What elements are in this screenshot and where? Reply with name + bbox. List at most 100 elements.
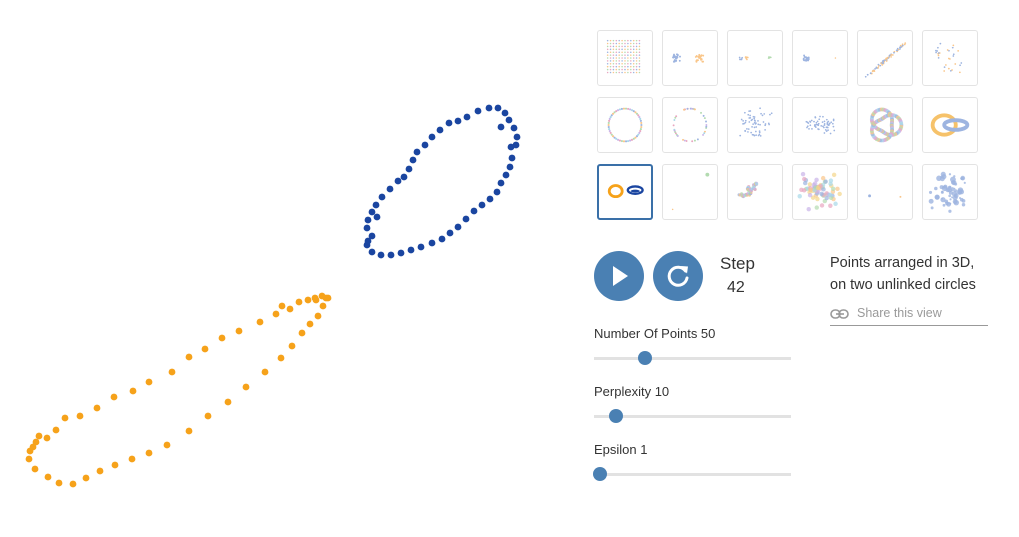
embedding-point-orange <box>32 438 40 446</box>
dataset-thumbnail[interactable] <box>727 30 783 86</box>
share-label: Share this view <box>857 306 942 320</box>
dataset-thumbnail[interactable] <box>662 164 718 220</box>
reset-button[interactable] <box>653 251 703 301</box>
dataset-thumbnail[interactable] <box>792 164 848 220</box>
dataset-thumbnail[interactable] <box>662 30 718 86</box>
embedding-point-orange <box>256 318 264 326</box>
play-button[interactable] <box>594 251 644 301</box>
embedding-point-blue <box>493 188 501 196</box>
embedding-point-blue <box>421 141 429 149</box>
embedding-point-orange <box>93 404 101 412</box>
embedding-point-orange <box>128 455 136 463</box>
embedding-point-orange <box>319 302 327 310</box>
embedding-point-blue <box>394 177 402 185</box>
share-link[interactable]: Share this view <box>830 305 988 326</box>
dataset-thumbnail[interactable] <box>597 164 653 220</box>
num-points-label: Number Of Points 50 <box>594 326 716 341</box>
embedding-point-blue <box>507 143 515 151</box>
perplexity-label: Perplexity 10 <box>594 384 670 399</box>
embedding-point-blue <box>387 251 395 259</box>
dataset-description: Points arranged in 3D, on two unlinked c… <box>830 252 1010 296</box>
linked-rings-icon <box>930 113 970 137</box>
embedding-point-blue <box>494 104 502 112</box>
embedding-point-blue <box>405 165 413 173</box>
embedding-point-blue <box>506 163 514 171</box>
epsilon-slider-thumb[interactable] <box>592 467 607 481</box>
embedding-point-orange <box>163 441 171 449</box>
dataset-thumbnail[interactable] <box>857 30 913 86</box>
embedding-point-blue <box>413 148 421 156</box>
description-line-2: on two unlinked circles <box>830 277 976 293</box>
embedding-point-orange <box>96 467 104 475</box>
three-clusters-icon <box>738 56 772 61</box>
simplex-corners-icon <box>868 194 902 198</box>
embedding-point-blue <box>407 246 415 254</box>
embedding-point-blue <box>454 117 462 125</box>
epsilon-slider[interactable] <box>592 467 791 481</box>
embedding-point-blue <box>397 249 405 257</box>
embedding-point-orange <box>145 378 153 386</box>
unlinked-rings-icon <box>607 184 644 199</box>
embedding-point-blue <box>377 251 385 259</box>
embedding-point-blue <box>463 113 471 121</box>
perplexity-slider-thumb[interactable] <box>608 409 623 423</box>
embedding-point-orange <box>312 296 320 304</box>
refresh-icon <box>667 265 689 287</box>
embedding-point-orange <box>35 432 43 440</box>
embedding-point-orange <box>324 294 332 302</box>
embedding-point-orange <box>111 461 119 469</box>
embedding-point-orange <box>201 345 209 353</box>
embedding-point-blue <box>497 179 505 187</box>
embedding-point-blue <box>368 208 376 216</box>
dataset-thumbnail[interactable] <box>727 164 783 220</box>
random-walk-icon <box>737 181 759 199</box>
epsilon-label: Epsilon 1 <box>594 442 648 457</box>
embedding-point-orange <box>145 449 153 457</box>
embedding-point-orange <box>298 329 306 337</box>
gaussian-cloud-icon <box>739 107 773 137</box>
embedding-point-blue <box>510 124 518 132</box>
embedding-point-orange <box>25 455 33 463</box>
dataset-thumbnail[interactable] <box>922 97 978 153</box>
dataset-thumbnail[interactable] <box>727 97 783 153</box>
num-points-slider[interactable] <box>594 351 791 365</box>
embedding-point-orange <box>55 479 63 487</box>
two-long-lines-icon <box>864 42 907 78</box>
embedding-point-blue <box>378 193 386 201</box>
embedding-point-blue <box>505 116 513 124</box>
dataset-thumbnail[interactable] <box>792 30 848 86</box>
embedding-point-orange <box>261 368 269 376</box>
embedding-point-orange <box>278 302 286 310</box>
embedding-point-blue <box>428 239 436 247</box>
embedding-point-blue <box>462 215 470 223</box>
embedding-point-blue <box>386 185 394 193</box>
embedding-point-blue <box>508 154 516 162</box>
play-icon <box>613 266 628 286</box>
dataset-thumbnail[interactable] <box>597 30 653 86</box>
embedding-point-blue <box>364 216 372 224</box>
embedding-point-blue <box>363 224 371 232</box>
cluster-in-cluster-icon <box>935 42 963 74</box>
embedding-point-blue <box>478 201 486 209</box>
dataset-thumbnail[interactable] <box>922 164 978 220</box>
perplexity-slider[interactable] <box>594 409 791 423</box>
random-jump-icon <box>797 171 842 212</box>
dataset-thumbnail[interactable] <box>597 97 653 153</box>
embedding-point-orange <box>306 320 314 328</box>
embedding-point-blue <box>400 173 408 181</box>
dataset-thumbnail[interactable] <box>922 30 978 86</box>
embedding-point-orange <box>304 296 312 304</box>
embedding-point-orange <box>314 312 322 320</box>
embedding-point-blue <box>428 133 436 141</box>
dataset-thumbnail[interactable] <box>792 97 848 153</box>
dataset-thumbnail[interactable] <box>857 97 913 153</box>
embedding-point-orange <box>69 480 77 488</box>
num-points-slider-thumb[interactable] <box>638 351 653 365</box>
embedding-point-orange <box>52 426 60 434</box>
dataset-thumbnail[interactable] <box>857 164 913 220</box>
embedding-point-orange <box>272 310 280 318</box>
dataset-thumbnail[interactable] <box>662 97 718 153</box>
embedding-point-orange <box>168 368 176 376</box>
embedding-point-blue <box>501 109 509 117</box>
embedding-point-blue <box>486 195 494 203</box>
